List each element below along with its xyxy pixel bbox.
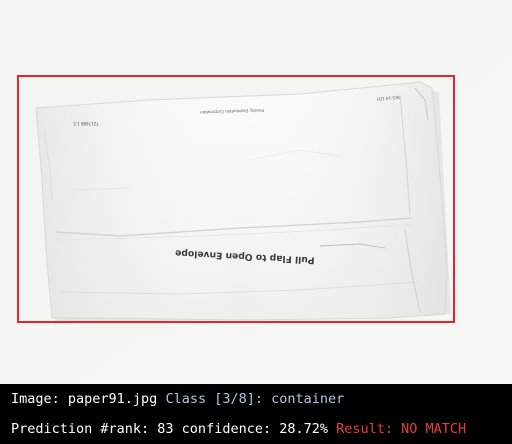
info-line-prediction: Prediction #rank: 83 confidence: 28.72% … [11, 421, 466, 437]
class-label: Class [3/8]: container [165, 391, 345, 407]
envelope [35, 81, 451, 324]
info-line-image-class: Image: paper91.jpg Class [3/8]: containe… [11, 391, 344, 407]
prediction-label: Prediction #rank: 83 confidence: 28.72% [11, 421, 328, 437]
envelope-print-small-left: 7217686 1.5 [73, 121, 99, 126]
image-label: Image: paper91.jpg [11, 391, 158, 407]
result-label: Result: NO MATCH [336, 421, 467, 437]
result-viewer: Pull Flap to Open Envelope 7217686 1.5 P… [0, 0, 512, 444]
photo-scene: Pull Flap to Open Envelope 7217686 1.5 P… [0, 0, 512, 384]
